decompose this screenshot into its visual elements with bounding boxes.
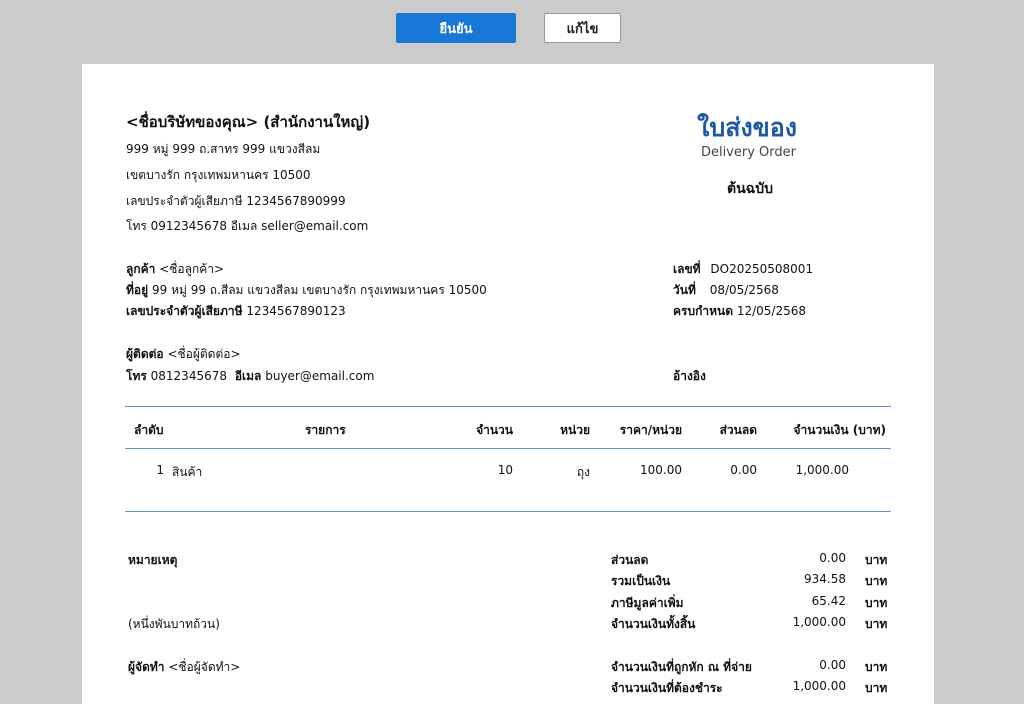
summary-discount-value: 0.00 — [819, 551, 846, 565]
summary-total-value: 1,000.00 — [792, 615, 846, 629]
document-number-label: เลขที่ — [673, 262, 701, 276]
customer-contact: <ชื่อผู้ติดต่อ> — [167, 347, 241, 361]
document-number-row: เลขที่ DO20250508001 — [673, 260, 813, 279]
summary-subtotal-unit: บาท — [865, 574, 888, 588]
document-due: 12/05/2568 — [736, 304, 806, 318]
table-bottom-divider — [125, 511, 891, 512]
seller-tax-id: เลขประจำตัวผู้เสียภาษี 1234567890999 — [126, 194, 346, 208]
customer-phone-label: โทร — [126, 369, 147, 383]
notes-label: หมายเหตุ — [128, 553, 178, 567]
summary-discount-unit: บาท — [865, 553, 888, 567]
summary-vat-value: 65.42 — [811, 594, 846, 608]
row-no: 1 — [156, 463, 164, 477]
summary-withholding-label: จำนวนเงินที่ถูกหัก ณ ที่จ่าย — [611, 660, 752, 674]
summary-subtotal-label: รวมเป็นเงิน — [611, 574, 671, 588]
document-date: 08/05/2568 — [709, 283, 779, 297]
summary-subtotal-value: 934.58 — [804, 572, 846, 586]
document-due-row: ครบกำหนด 12/05/2568 — [673, 302, 806, 321]
customer-contact-label: ผู้ติดต่อ — [126, 347, 164, 361]
table-header-item: รายการ — [305, 423, 346, 437]
customer-name-label: ลูกค้า — [126, 262, 156, 276]
row-qty: 10 — [497, 463, 513, 477]
customer-email-label: อีเมล — [234, 369, 262, 383]
customer-tax-label: เลขประจำตัวผู้เสียภาษี — [126, 304, 243, 318]
seller-address-line-2: เขตบางรัก กรุงเทพมหานคร 10500 — [126, 168, 311, 182]
row-unit: ถุง — [576, 465, 590, 479]
summary-withholding-value: 0.00 — [819, 658, 846, 672]
customer-phone-email-row: โทร 0812345678 อีเมล buyer@email.com — [126, 367, 374, 386]
document-date-row: วันที่ 08/05/2568 — [673, 281, 779, 300]
customer-address-row: ที่อยู่ 99 หมู่ 99 ถ.สีลม แขวงสีลม เขตบา… — [126, 281, 487, 300]
summary-payable-unit: บาท — [865, 681, 888, 695]
customer-email: buyer@email.com — [265, 369, 375, 383]
preparer-name: <ชื่อผู้จัดทำ> — [168, 660, 241, 674]
table-header-divider — [125, 448, 891, 449]
table-header-price: ราคา/หน่วย — [619, 423, 682, 437]
preparer-row: ผู้จัดทำ <ชื่อผู้จัดทำ> — [128, 658, 240, 677]
summary-payable-value: 1,000.00 — [792, 679, 846, 693]
table-header-amount: จำนวนเงิน (บาท) — [793, 423, 887, 437]
customer-tax-row: เลขประจำตัวผู้เสียภาษี 1234567890123 — [126, 302, 346, 321]
document-number: DO20250508001 — [710, 262, 814, 276]
seller-name: <ชื่อบริษัทของคุณ> (สำนักงานใหญ่) — [126, 113, 371, 131]
document-copy-label: ต้นฉบับ — [727, 181, 773, 197]
confirm-button[interactable]: ยืนยัน — [396, 13, 516, 43]
summary-total-label: จำนวนเงินทั้งสิ้น — [611, 617, 696, 631]
customer-name: <ชื่อลูกค้า> — [159, 262, 225, 276]
seller-address-line-1: 999 หมู่ 999 ถ.สาทร 999 แขวงสีลม — [126, 142, 321, 156]
edit-button[interactable]: แก้ไข — [544, 13, 621, 43]
row-item: สินค้า — [172, 465, 203, 479]
document-date-label: วันที่ — [673, 283, 696, 297]
document-due-label: ครบกำหนด — [673, 304, 733, 318]
summary-vat-unit: บาท — [865, 596, 888, 610]
customer-address: 99 หมู่ 99 ถ.สีลม แขวงสีลม เขตบางรัก กรุ… — [151, 283, 487, 297]
amount-in-words: (หนึ่งพันบาทถ้วน) — [128, 617, 220, 631]
document-subtitle: Delivery Order — [700, 145, 796, 160]
document-title: ใบส่งของ — [697, 113, 797, 142]
reference-label: อ้างอิง — [673, 369, 706, 383]
customer-address-label: ที่อยู่ — [126, 283, 149, 297]
table-top-divider — [125, 406, 891, 407]
row-discount: 0.00 — [730, 463, 757, 477]
summary-vat-label: ภาษีมูลค่าเพิ่ม — [611, 596, 684, 610]
row-amount: 1,000.00 — [795, 463, 849, 477]
summary-withholding-unit: บาท — [865, 660, 888, 674]
customer-phone: 0812345678 — [150, 369, 227, 383]
preparer-label: ผู้จัดทำ — [128, 660, 165, 674]
table-header-unit: หน่วย — [560, 423, 590, 437]
summary-payable-label: จำนวนเงินที่ต้องชำระ — [611, 681, 723, 695]
table-header-discount: ส่วนลด — [719, 423, 757, 437]
table-header-no: ลำดับ — [134, 423, 164, 437]
summary-discount-label: ส่วนลด — [611, 553, 649, 567]
table-header-qty: จำนวน — [476, 423, 513, 437]
customer-name-row: ลูกค้า <ชื่อลูกค้า> — [126, 260, 224, 279]
summary-total-unit: บาท — [865, 617, 888, 631]
document-paper: <ชื่อบริษัทของคุณ> (สำนักงานใหญ่) 999 หม… — [82, 64, 934, 704]
customer-contact-row: ผู้ติดต่อ <ชื่อผู้ติดต่อ> — [126, 345, 241, 364]
customer-tax-id: 1234567890123 — [246, 304, 346, 318]
row-price: 100.00 — [640, 463, 682, 477]
seller-contact: โทร 0912345678 อีเมล seller@email.com — [126, 219, 369, 233]
